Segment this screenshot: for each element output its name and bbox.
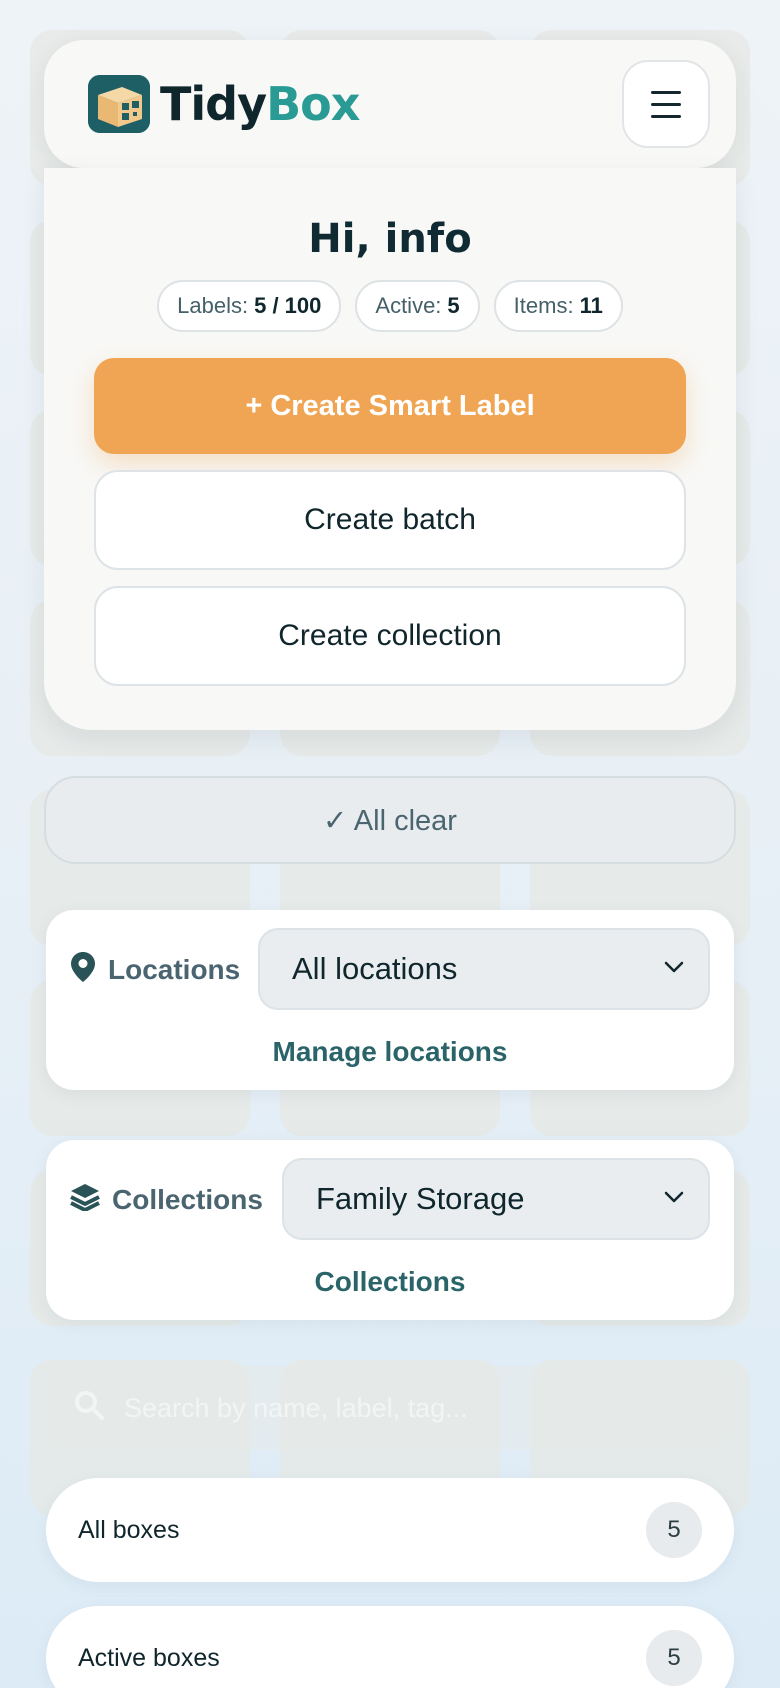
list-item[interactable]: Active boxes 5 [46, 1606, 734, 1688]
layers-icon [70, 1183, 100, 1218]
greeting-title: Hi, info [308, 216, 472, 262]
status-banner: ✓ All clear [44, 776, 736, 864]
count-badge: 5 [646, 1630, 702, 1686]
locations-filter-card: Locations All locations Manage locations [46, 910, 734, 1090]
count-badge: 5 [646, 1502, 702, 1558]
hamburger-icon [651, 90, 681, 94]
create-collection-button[interactable]: Create collection [94, 586, 686, 686]
chevron-down-icon [664, 1191, 684, 1203]
status-text: ✓ All clear [323, 804, 457, 837]
collections-link[interactable]: Collections [46, 1266, 734, 1298]
create-batch-button[interactable]: Create batch [94, 470, 686, 570]
list-item-label: Active boxes [78, 1643, 220, 1672]
location-select[interactable]: All locations [258, 928, 710, 1010]
hamburger-menu-button[interactable] [622, 60, 710, 148]
search-input[interactable]: Search by name, label, tag... [46, 1366, 734, 1450]
dashboard-hero-card: Hi, info Labels: 5 / 100 Active: 5 Items: 1… [44, 168, 736, 730]
top-bar: TidyBox [44, 40, 736, 168]
search-icon [74, 1390, 104, 1427]
list-item-label: All boxes [78, 1515, 180, 1544]
box-qr-icon[interactable] [88, 75, 150, 133]
brand-name[interactable]: TidyBox [160, 76, 360, 132]
list-item[interactable]: All boxes 5 [46, 1478, 734, 1582]
locations-label: Locations [70, 942, 240, 998]
stats-pills: Labels: 5 / 100 Active: 5 Items: 11 [44, 280, 736, 332]
collection-select[interactable]: Family Storage [282, 1158, 710, 1240]
create-smart-label-button[interactable]: + Create Smart Label [94, 358, 686, 454]
map-pin-icon [70, 951, 96, 990]
manage-locations-link[interactable]: Manage locations [46, 1036, 734, 1068]
collections-filter-card: Collections Family Storage Collections [46, 1140, 734, 1320]
stat-active: Active: 5 [355, 280, 480, 332]
collections-label: Collections [70, 1172, 263, 1228]
stat-items: Items: 11 [493, 280, 623, 332]
chevron-down-icon [664, 961, 684, 973]
search-placeholder: Search by name, label, tag... [124, 1392, 468, 1423]
stat-labels: Labels: 5 / 100 [157, 280, 342, 332]
